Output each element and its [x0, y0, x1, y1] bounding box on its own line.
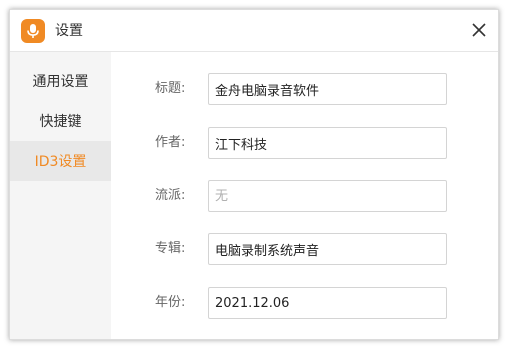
sidebar-item-id3[interactable]: ID3设置 [10, 141, 111, 181]
year-field[interactable] [208, 287, 447, 319]
microphone-icon [21, 19, 45, 43]
genre-label: 流派: [155, 188, 186, 203]
album-label: 专辑: [155, 241, 186, 256]
settings-window: 设置 通用设置 快捷键 ID3设置 标题: 作者: 流派: 专辑: 年份: [9, 9, 499, 340]
title-field[interactable] [208, 73, 447, 105]
form-row-year: 年份: [111, 287, 500, 319]
year-label: 年份: [155, 295, 186, 310]
sidebar-item-shortcuts[interactable]: 快捷键 [10, 101, 111, 141]
genre-field[interactable] [208, 180, 447, 212]
title-bar: 设置 [10, 10, 498, 52]
close-button[interactable] [468, 19, 490, 41]
author-field[interactable] [208, 127, 447, 159]
window-title: 设置 [55, 23, 83, 39]
title-label: 标题: [155, 81, 186, 96]
form-row-title: 标题: [111, 73, 500, 105]
close-icon [472, 23, 486, 37]
sidebar: 通用设置 快捷键 ID3设置 [10, 52, 111, 339]
form-row-genre: 流派: [111, 180, 500, 212]
sidebar-item-general[interactable]: 通用设置 [10, 61, 111, 101]
form-row-author: 作者: [111, 127, 500, 159]
form-row-album: 专辑: [111, 233, 500, 265]
author-label: 作者: [155, 135, 186, 150]
album-field[interactable] [208, 233, 447, 265]
